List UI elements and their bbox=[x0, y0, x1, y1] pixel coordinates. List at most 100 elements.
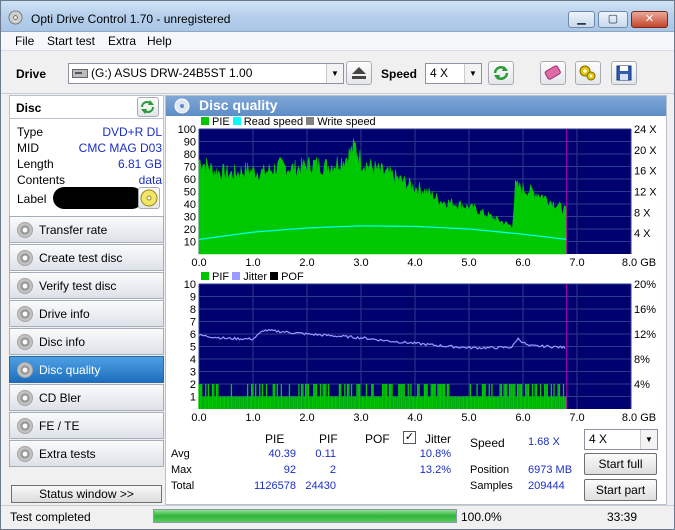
start-full-button[interactable]: Start full bbox=[584, 453, 657, 475]
progress-fill bbox=[154, 510, 456, 522]
chart1-y2-tick: 8 X bbox=[634, 207, 651, 219]
progress-percent: 100.0% bbox=[461, 510, 502, 524]
menu-help[interactable]: Help bbox=[147, 34, 172, 48]
menu-bar: File Start test Extra Help bbox=[1, 32, 674, 51]
chart1-y-tick: 60 bbox=[184, 174, 196, 186]
label-redaction bbox=[53, 187, 143, 209]
app-window: Opti Drive Control 1.70 - unregistered ▁… bbox=[0, 0, 675, 530]
disc-icon bbox=[17, 334, 33, 350]
speed-label: Speed bbox=[381, 67, 418, 81]
disc-header-title: Disc bbox=[16, 101, 42, 115]
maximize-button[interactable]: ▢ bbox=[598, 11, 628, 28]
chart2-x-tick: 5.0 bbox=[461, 412, 476, 424]
col-pof: POF bbox=[365, 432, 390, 446]
disc-quality-charts: 0.0 1.0 2.0 3.0 4.0 5.0 6.0 7.0 8.0 GB1009080706… bbox=[178, 124, 658, 424]
chart2-x-tick: 7.0 bbox=[569, 412, 584, 424]
nav-disc-info[interactable]: Disc info bbox=[9, 328, 164, 355]
disc-quality-panel: Disc quality PIE Read speed Write speed … bbox=[165, 95, 667, 505]
disc-icon bbox=[17, 446, 33, 462]
nav-extra-tests[interactable]: Extra tests bbox=[9, 440, 164, 467]
disc-refresh-button[interactable] bbox=[137, 97, 159, 117]
speed-select[interactable]: 4 X ▼ bbox=[425, 63, 482, 84]
minimize-button[interactable]: ▁ bbox=[568, 11, 595, 28]
speed-select-value: 4 X bbox=[430, 66, 449, 80]
position-value: 6973 MB bbox=[528, 464, 573, 476]
disc-icon bbox=[17, 418, 33, 434]
total-pie: 1126578 bbox=[253, 480, 296, 492]
chart1-y-tick: 80 bbox=[184, 149, 196, 161]
chart2-y-tick: 5 bbox=[190, 342, 196, 354]
chart1-y2-tick: 12 X bbox=[634, 187, 657, 199]
chevron-down-icon: ▼ bbox=[464, 64, 481, 83]
chart2-y-tick: 8 bbox=[190, 304, 196, 316]
settings-button[interactable] bbox=[575, 61, 601, 85]
test-speed-value: 4 X bbox=[589, 432, 608, 446]
save-button[interactable] bbox=[611, 61, 637, 85]
col-pie: PIE bbox=[265, 432, 285, 446]
menu-extra[interactable]: Extra bbox=[108, 34, 136, 48]
menu-start-test[interactable]: Start test bbox=[47, 34, 95, 48]
chart1-y2-tick: 20 X bbox=[634, 145, 657, 157]
close-button[interactable]: ✕ bbox=[631, 11, 668, 28]
chart2-x-tick: 6.0 bbox=[515, 412, 530, 424]
chart2-x-tick: 4.0 bbox=[407, 412, 422, 424]
chart2-y2-tick: 16% bbox=[634, 304, 656, 316]
nav-disc-quality[interactable]: Disc quality bbox=[9, 356, 164, 383]
nav-transfer-rate[interactable]: Transfer rate bbox=[9, 216, 164, 243]
max-jitter: 13.2% bbox=[419, 464, 451, 476]
disc-icon bbox=[140, 189, 158, 207]
nav-fe-te[interactable]: FE / TE bbox=[9, 412, 164, 439]
nav-cd-bler[interactable]: CD Bler bbox=[9, 384, 164, 411]
maximize-icon: ▢ bbox=[607, 13, 619, 25]
chart1-x-tick: 1.0 bbox=[245, 257, 260, 269]
disc-header: Disc bbox=[9, 95, 164, 119]
disc-mid-row: MID CMC MAG D03 bbox=[17, 141, 162, 155]
status-window-button[interactable]: Status window >> bbox=[11, 485, 162, 503]
nav-verify-test-disc[interactable]: Verify test disc bbox=[9, 272, 164, 299]
test-speed-select[interactable]: 4 X ▼ bbox=[584, 429, 658, 450]
nav-create-test-disc[interactable]: Create test disc bbox=[9, 244, 164, 271]
nav-drive-info[interactable]: Drive info bbox=[9, 300, 164, 327]
total-pif: 24430 bbox=[305, 480, 336, 492]
chart1-x-tick: 8.0 GB bbox=[622, 257, 656, 269]
chart2-y-tick: 9 bbox=[190, 292, 196, 304]
avg-pie: 40.39 bbox=[268, 448, 296, 460]
chart2-y-tick: 4 bbox=[190, 354, 196, 366]
eject-button[interactable] bbox=[346, 61, 372, 85]
title-bar: Opti Drive Control 1.70 - unregistered ▁… bbox=[1, 1, 674, 32]
chart2-y-tick: 7 bbox=[190, 317, 196, 329]
close-icon: ✕ bbox=[644, 13, 655, 25]
jitter-checkbox[interactable]: ✓ bbox=[403, 431, 416, 444]
menu-file[interactable]: File bbox=[15, 34, 34, 48]
speed-stat-value: 1.68 X bbox=[528, 436, 560, 448]
disc-icon bbox=[17, 278, 33, 294]
status-text: Test completed bbox=[10, 510, 91, 524]
label-button[interactable] bbox=[138, 187, 160, 209]
chart1-y-tick: 50 bbox=[184, 187, 196, 199]
window-title: Opti Drive Control 1.70 - unregistered bbox=[31, 12, 231, 26]
drive-select[interactable]: (G:) ASUS DRW-24B5ST 1.00 ▼ bbox=[68, 63, 344, 84]
avg-jitter: 10.8% bbox=[419, 448, 451, 460]
chart1-x-tick: 3.0 bbox=[353, 257, 368, 269]
chart2-y-tick: 2 bbox=[190, 379, 196, 391]
chart1-x-tick: 6.0 bbox=[515, 257, 530, 269]
chart1-y2-tick: 4 X bbox=[634, 228, 651, 240]
start-part-button[interactable]: Start part bbox=[584, 479, 657, 501]
settings-icon bbox=[579, 65, 596, 81]
chart2-y2-tick: 20% bbox=[634, 279, 656, 291]
chart2-x-tick: 3.0 bbox=[353, 412, 368, 424]
chart2-y2-tick: 8% bbox=[634, 354, 650, 366]
erase-button[interactable] bbox=[540, 61, 566, 85]
sidebar: Disc Type DVD+R DL MID CMC MAG D03 Length 6… bbox=[9, 95, 164, 505]
row-avg-label: Avg bbox=[171, 448, 190, 460]
chart1-x-tick: 2.0 bbox=[299, 257, 314, 269]
samples-label: Samples bbox=[470, 480, 513, 492]
chart2-y-tick: 1 bbox=[190, 392, 196, 404]
row-max-label: Max bbox=[171, 464, 192, 476]
chart1-y-tick: 70 bbox=[184, 162, 196, 174]
refresh-button[interactable] bbox=[488, 61, 514, 85]
drive-icon bbox=[72, 69, 88, 78]
chart2-x-tick: 1.0 bbox=[245, 412, 260, 424]
chart1-x-tick: 5.0 bbox=[461, 257, 476, 269]
disc-icon bbox=[17, 250, 33, 266]
